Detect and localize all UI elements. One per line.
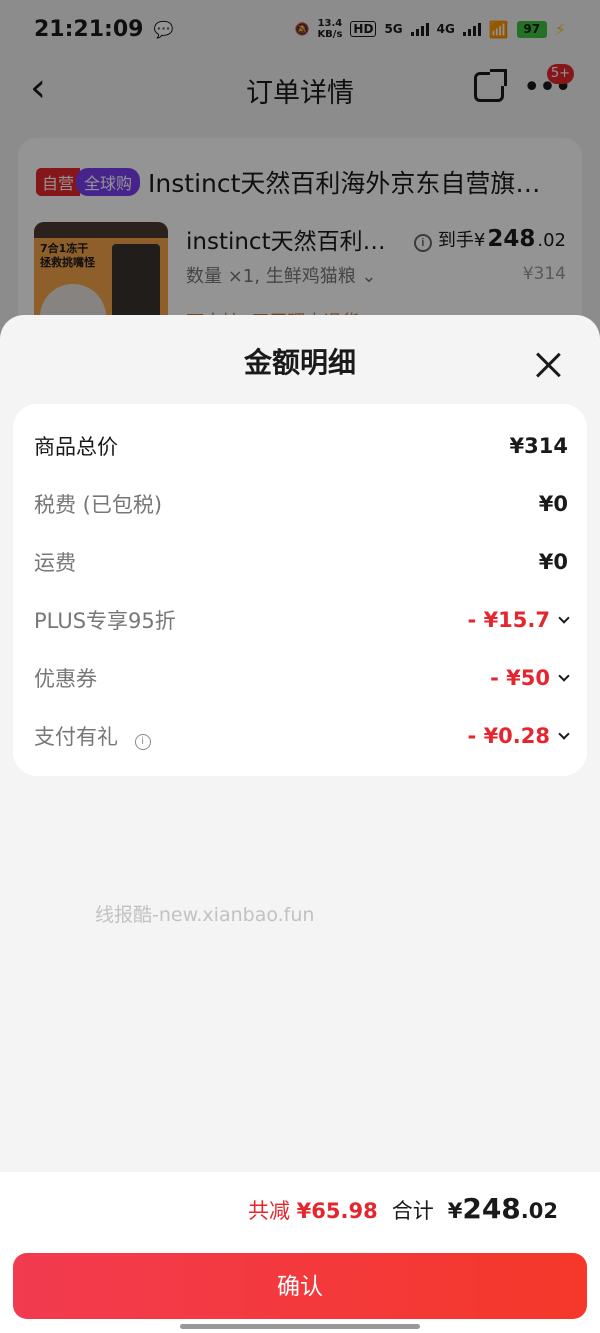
chevron-down-icon[interactable]	[558, 727, 570, 740]
total-value: ¥248.02	[448, 1192, 558, 1225]
row-label: 运费	[34, 551, 76, 575]
row-value: ¥314	[509, 434, 568, 458]
reduction-value: ¥65.98	[296, 1199, 378, 1223]
total-label: 合计	[391, 1199, 434, 1223]
total-currency: ¥	[447, 1199, 463, 1223]
info-icon[interactable]: i	[134, 734, 151, 750]
close-icon[interactable]	[536, 353, 560, 377]
row-label: 商品总价	[34, 435, 118, 459]
row-goods-total: 商品总价 ¥314	[34, 426, 568, 466]
row-value: - ¥0.28	[467, 724, 570, 748]
sheet-footer: 共减 ¥65.98 合计 ¥248.02 确认	[0, 1172, 600, 1333]
row-label-text: 支付有礼	[34, 725, 118, 749]
reduction-label: 共减	[247, 1199, 290, 1223]
confirm-button[interactable]: 确认	[13, 1253, 587, 1319]
chevron-down-icon[interactable]	[558, 611, 570, 624]
row-plus-discount[interactable]: PLUS专享95折 - ¥15.7	[34, 600, 570, 640]
row-label: 优惠券	[34, 667, 97, 691]
total-reduction: 共减 ¥65.98	[248, 1195, 378, 1225]
row-shipping: 运费 ¥0	[34, 542, 568, 582]
amount-detail-sheet: 金额明细 商品总价 ¥314 税费 (已包税) ¥0 运费 ¥0 PLUS专享9…	[0, 315, 600, 1333]
row-value: ¥0	[538, 550, 568, 574]
row-value-text: - ¥0.28	[467, 724, 550, 748]
row-label: 支付有礼 i	[34, 721, 151, 751]
total-integer: 248	[462, 1192, 521, 1225]
row-label: 税费 (已包税)	[34, 493, 163, 517]
row-payment-gift[interactable]: 支付有礼 i - ¥0.28	[34, 716, 570, 756]
watermark: 线报酷-new.xianbao.fun	[95, 904, 315, 926]
row-value: ¥0	[538, 492, 568, 516]
row-coupon[interactable]: 优惠券 - ¥50	[34, 658, 570, 698]
row-value-text: - ¥50	[490, 666, 550, 690]
row-value: - ¥50	[490, 666, 570, 690]
sheet-title: 金额明细	[243, 346, 356, 379]
row-value-text: - ¥15.7	[467, 608, 550, 632]
chevron-down-icon[interactable]	[558, 669, 570, 682]
price-summary: 共减 ¥65.98 合计 ¥248.02	[248, 1192, 558, 1225]
row-tax: 税费 (已包税) ¥0	[34, 484, 568, 524]
row-value: - ¥15.7	[467, 608, 570, 632]
total-decimal: .02	[520, 1199, 558, 1223]
home-indicator[interactable]	[180, 1324, 420, 1329]
row-label: PLUS专享95折	[34, 609, 176, 633]
amount-detail-card: 商品总价 ¥314 税费 (已包税) ¥0 运费 ¥0 PLUS专享95折 - …	[13, 404, 587, 776]
